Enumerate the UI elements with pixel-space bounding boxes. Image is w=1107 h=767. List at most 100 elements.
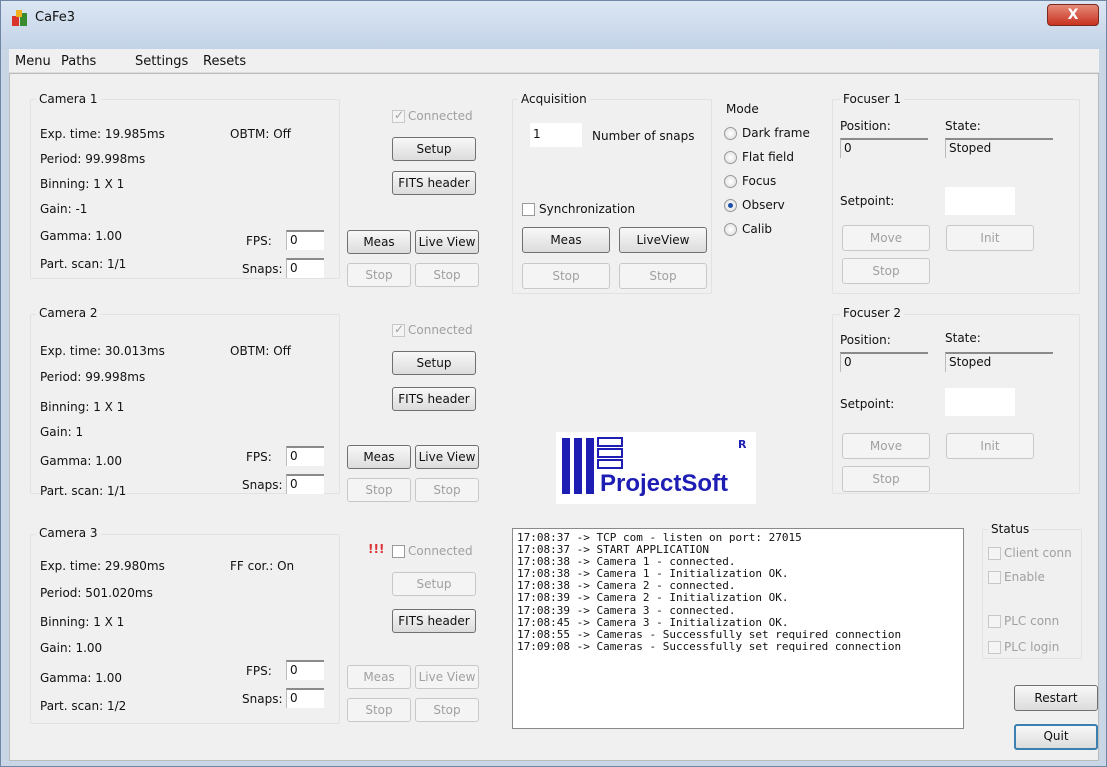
- camera-3-part-scan: Part. scan: 1/2: [40, 699, 127, 713]
- camera-3-fits-header-button[interactable]: FITS header: [392, 609, 476, 633]
- focuser-2-setpoint-field[interactable]: [945, 388, 1015, 416]
- focuser-1-position-field: 0: [840, 138, 928, 158]
- menu-paths[interactable]: Paths: [61, 54, 96, 69]
- camera-3-stop-live-button[interactable]: Stop: [415, 698, 479, 722]
- camera-3-binning: Binning: 1 X 1: [40, 615, 125, 629]
- camera-3-period: Period: 501.020ms: [40, 586, 153, 600]
- mode-calib-radio[interactable]: [724, 223, 737, 236]
- log-line: 17:08:45 -> Camera 3 - Initialization OK…: [517, 615, 789, 629]
- log-line: 17:09:08 -> Cameras - Successfully set r…: [517, 639, 902, 653]
- camera-3-connected-checkbox[interactable]: [392, 545, 405, 558]
- mode-observ-label: Observ: [742, 198, 785, 212]
- acquisition-stop-meas-button[interactable]: Stop: [522, 263, 610, 289]
- camera-2-connected-label: Connected: [408, 323, 473, 337]
- camera-1-meas-button[interactable]: Meas: [347, 230, 411, 254]
- camera-2-fps-field[interactable]: 0: [286, 446, 324, 466]
- camera-1-setup-button[interactable]: Setup: [392, 137, 476, 161]
- window-title: CaFe3: [35, 10, 76, 25]
- acquisition-meas-button[interactable]: Meas: [522, 227, 610, 253]
- restart-button[interactable]: Restart: [1014, 685, 1098, 711]
- camera-2-stop-meas-button[interactable]: Stop: [347, 478, 411, 502]
- camera-1-stop-live-button[interactable]: Stop: [415, 263, 479, 287]
- acquisition-stop-live-button[interactable]: Stop: [619, 263, 707, 289]
- camera-1-gamma: Gamma: 1.00: [40, 229, 122, 243]
- camera-1-exp: Exp. time: 19.985ms: [40, 127, 165, 141]
- focuser-2-state-label: State:: [945, 331, 981, 345]
- camera-3-meas-button[interactable]: Meas: [347, 665, 411, 689]
- close-button[interactable]: X: [1047, 4, 1099, 26]
- camera-2-fits-header-button[interactable]: FITS header: [392, 387, 476, 411]
- focuser-2-move-button[interactable]: Move: [842, 433, 930, 459]
- camera-1-binning: Binning: 1 X 1: [40, 177, 125, 191]
- client-conn-checkbox[interactable]: [988, 547, 1001, 560]
- camera-1-connected-checkbox[interactable]: [392, 108, 405, 123]
- menu-resets[interactable]: Resets: [203, 54, 246, 69]
- quit-button[interactable]: Quit: [1014, 724, 1098, 750]
- plc-conn-checkbox[interactable]: [988, 615, 1001, 628]
- camera-2-period: Period: 99.998ms: [40, 370, 146, 384]
- focuser-1-state-field: Stoped: [945, 138, 1053, 158]
- camera-1-fits-header-button[interactable]: FITS header: [392, 171, 476, 195]
- camera-2-live-view-button[interactable]: Live View: [415, 445, 479, 469]
- mode-calib-label: Calib: [742, 222, 773, 236]
- camera-3-fps-label: FPS:: [246, 664, 272, 678]
- mode-focus-label: Focus: [742, 174, 777, 188]
- focuser-1-init-button[interactable]: Init: [946, 225, 1034, 251]
- acquisition-liveview-button[interactable]: LiveView: [619, 227, 707, 253]
- camera-3-fps-field[interactable]: 0: [286, 660, 324, 680]
- camera-3-stop-meas-button[interactable]: Stop: [347, 698, 411, 722]
- projectsoft-logo-text: ProjectSoft: [600, 470, 729, 497]
- camera-2-gamma: Gamma: 1.00: [40, 454, 122, 468]
- camera-2-connected-checkbox[interactable]: [392, 322, 405, 337]
- camera-3-title: Camera 3: [36, 526, 101, 540]
- status-title: Status: [988, 522, 1033, 536]
- camera-2-meas-button[interactable]: Meas: [347, 445, 411, 469]
- focuser-2-position-field: 0: [840, 352, 928, 372]
- camera-1-stop-meas-button[interactable]: Stop: [347, 263, 411, 287]
- focuser-2-setpoint-label: Setpoint:: [840, 397, 895, 411]
- acquisition-snaps-field[interactable]: 1: [530, 123, 582, 147]
- mode-focus-radio[interactable]: [724, 175, 737, 188]
- mode-dark-frame-radio[interactable]: [724, 127, 737, 140]
- camera-1-obtm: OBTM: Off: [230, 127, 291, 141]
- focuser-2-init-button[interactable]: Init: [946, 433, 1034, 459]
- camera-2-fps-label: FPS:: [246, 450, 272, 464]
- mode-observ-radio[interactable]: [724, 199, 737, 212]
- acquisition-title: Acquisition: [518, 92, 590, 106]
- focuser-1-stop-button[interactable]: Stop: [842, 258, 930, 284]
- camera-2-snaps-field[interactable]: 0: [286, 474, 324, 494]
- synchronization-checkbox[interactable]: [522, 203, 535, 216]
- camera-1-period: Period: 99.998ms: [40, 152, 146, 166]
- mode-flat-field-radio[interactable]: [724, 151, 737, 164]
- camera-3-setup-button[interactable]: Setup: [392, 572, 476, 596]
- camera-3-warning: !!!: [368, 542, 385, 556]
- camera-1-snaps-field[interactable]: 0: [286, 258, 324, 278]
- camera-3-gain: Gain: 1.00: [40, 641, 103, 655]
- camera-2-stop-live-button[interactable]: Stop: [415, 478, 479, 502]
- mode-title: Mode: [726, 102, 759, 116]
- synchronization-label: Synchronization: [539, 202, 636, 216]
- plc-login-checkbox[interactable]: [988, 641, 1001, 654]
- focuser-2-state-field: Stoped: [945, 352, 1053, 372]
- focuser-2-stop-button[interactable]: Stop: [842, 466, 930, 492]
- camera-3-live-view-button[interactable]: Live View: [415, 665, 479, 689]
- camera-1-live-view-button[interactable]: Live View: [415, 230, 479, 254]
- camera-1-snaps-label: Snaps:: [242, 262, 283, 276]
- menu-menu[interactable]: Menu: [15, 54, 51, 69]
- camera-3-snaps-field[interactable]: 0: [286, 688, 324, 708]
- menu-settings[interactable]: Settings: [135, 54, 188, 69]
- camera-2-obtm: OBTM: Off: [230, 344, 291, 358]
- camera-1-fps-field[interactable]: 0: [286, 230, 324, 250]
- event-log[interactable]: 17:08:37 -> TCP com - listen on port: 27…: [512, 528, 964, 729]
- focuser-1-move-button[interactable]: Move: [842, 225, 930, 251]
- menu-bar: Menu Paths Settings Resets: [9, 49, 1099, 73]
- camera-2-snaps-label: Snaps:: [242, 478, 283, 492]
- camera-1-gain: Gain: -1: [40, 202, 88, 216]
- camera-3-exp: Exp. time: 29.980ms: [40, 559, 165, 573]
- camera-3-gamma: Gamma: 1.00: [40, 671, 122, 685]
- camera-2-setup-button[interactable]: Setup: [392, 351, 476, 375]
- acquisition-snaps-label: Number of snaps: [592, 129, 695, 143]
- client-conn-label: Client conn: [1004, 546, 1072, 560]
- enable-checkbox[interactable]: [988, 571, 1001, 584]
- focuser-1-setpoint-field[interactable]: [945, 187, 1015, 215]
